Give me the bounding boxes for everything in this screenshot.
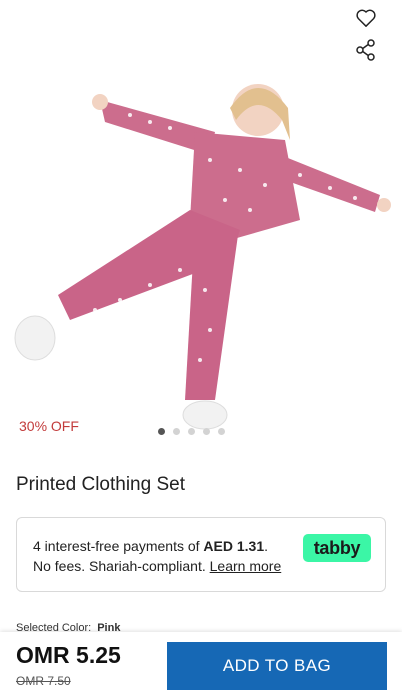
bottom-purchase-bar: OMR 5.25 OMR 7.50 ADD TO BAG (0, 632, 402, 699)
tabby-installment-banner[interactable]: 4 interest-free payments of AED 1.31. No… (16, 517, 386, 592)
tabby-text-prefix: 4 interest-free payments of (33, 538, 204, 554)
heart-icon (356, 9, 376, 27)
carousel-dot[interactable] (188, 428, 195, 435)
share-button[interactable] (352, 36, 380, 64)
carousel-dot[interactable] (173, 428, 180, 435)
tabby-logo: tabby (303, 534, 371, 562)
add-to-bag-button[interactable]: ADD TO BAG (167, 642, 387, 690)
original-price: OMR 7.50 (16, 674, 71, 688)
carousel-dot[interactable] (218, 428, 225, 435)
image-carousel-indicator (158, 428, 225, 435)
product-photo (14, 84, 391, 430)
discount-label: 30% OFF (19, 418, 79, 434)
tabby-amount: AED 1.31 (203, 538, 265, 554)
tabby-message: 4 interest-free payments of AED 1.31. No… (33, 536, 288, 576)
product-image-gallery[interactable]: 30% OFF (0, 0, 402, 450)
share-icon (356, 39, 375, 61)
carousel-dot[interactable] (158, 428, 165, 435)
learn-more-link[interactable]: Learn more (210, 558, 282, 574)
wishlist-button[interactable] (352, 4, 380, 32)
current-price: OMR 5.25 (16, 642, 121, 668)
carousel-dot[interactable] (203, 428, 210, 435)
product-title: Printed Clothing Set (16, 474, 185, 495)
